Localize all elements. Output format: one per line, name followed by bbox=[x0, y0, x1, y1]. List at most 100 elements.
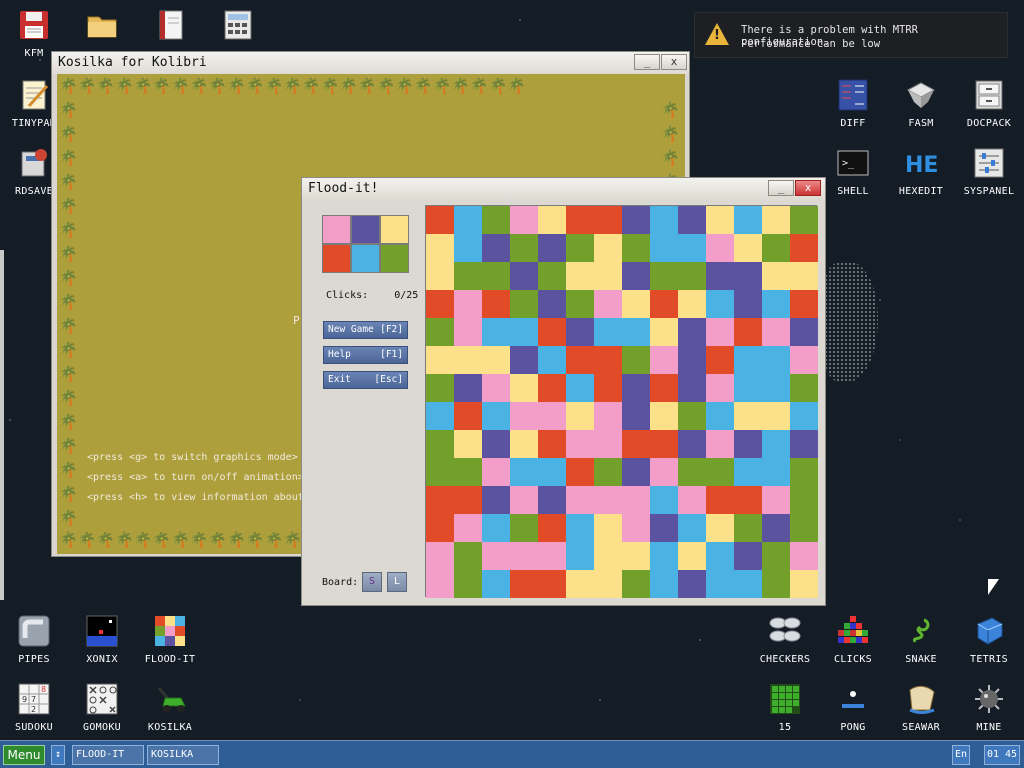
desktop-icon-pipes[interactable]: PIPES bbox=[0, 614, 68, 665]
help-button[interactable]: Help [F1] bbox=[323, 346, 408, 364]
grid-cell bbox=[566, 486, 594, 514]
seawar-icon bbox=[904, 682, 938, 716]
grid-cell bbox=[454, 318, 482, 346]
grid-cell bbox=[734, 458, 762, 486]
desktop-icon-flood-it[interactable]: FLOOD-IT bbox=[136, 614, 204, 665]
desktop-icon-hexedit[interactable]: HE HEXEDIT bbox=[887, 146, 955, 197]
exit-button[interactable]: Exit [Esc] bbox=[323, 371, 408, 389]
grid-cell bbox=[734, 374, 762, 402]
grid-cell bbox=[538, 346, 566, 374]
desktop-icon-checkers[interactable]: CHECKERS bbox=[751, 614, 819, 665]
desktop-icon-pong[interactable]: PONG bbox=[819, 682, 887, 733]
grid-cell bbox=[762, 290, 790, 318]
desktop-icon-syspanel[interactable]: SYSPANEL bbox=[955, 146, 1023, 197]
grid-cell bbox=[426, 542, 454, 570]
desktop-icon-diff[interactable]: DIFF bbox=[819, 78, 887, 129]
notification-popup[interactable]: ! There is a problem with MTRR configura… bbox=[694, 12, 1008, 58]
grid-cell bbox=[790, 290, 818, 318]
desktop-icon-shell[interactable]: >_ SHELL bbox=[819, 146, 887, 197]
grid-cell bbox=[678, 374, 706, 402]
grid-cell bbox=[622, 346, 650, 374]
grid-cell bbox=[650, 514, 678, 542]
grid-cell bbox=[734, 206, 762, 234]
flood-grid[interactable] bbox=[425, 205, 818, 598]
clock[interactable]: 01 45 bbox=[984, 745, 1020, 765]
board-small-button[interactable]: S bbox=[362, 572, 382, 592]
grid-cell bbox=[650, 234, 678, 262]
grid-cell bbox=[426, 290, 454, 318]
grid-cell bbox=[454, 234, 482, 262]
desktop-icon-xonix[interactable]: XONIX bbox=[68, 614, 136, 665]
desktop-icon-calculator[interactable] bbox=[204, 8, 272, 48]
grid-cell bbox=[622, 458, 650, 486]
grid-cell bbox=[650, 486, 678, 514]
grid-cell bbox=[510, 570, 538, 598]
grid-cell bbox=[734, 570, 762, 598]
menu-button[interactable]: Menu bbox=[3, 745, 45, 765]
desktop-icon-seawar[interactable]: SEAWAR bbox=[887, 682, 955, 733]
grid-cell bbox=[706, 402, 734, 430]
flood-it-titlebar[interactable]: Flood-it! _ x bbox=[302, 178, 825, 200]
grid-cell bbox=[790, 570, 818, 598]
grid-cell bbox=[594, 374, 622, 402]
grid-cell bbox=[594, 234, 622, 262]
grid-cell bbox=[510, 486, 538, 514]
desktop-icon-tetris[interactable]: TETRIS bbox=[955, 614, 1023, 665]
board-size-label: Board: bbox=[322, 577, 359, 588]
grid-cell bbox=[426, 262, 454, 290]
kosilka-titlebar[interactable]: Kosilka for Kolibri _ x bbox=[52, 52, 689, 74]
desktop-icon-docpack[interactable]: DOCPACK bbox=[955, 78, 1023, 129]
grid-cell bbox=[762, 542, 790, 570]
desktop-icon-fasm[interactable]: FASM bbox=[887, 78, 955, 129]
board-large-button[interactable]: L bbox=[387, 572, 407, 592]
desktop-icon-mine[interactable]: MINE bbox=[955, 682, 1023, 733]
desktop-icon-label: SYSPANEL bbox=[963, 186, 1015, 197]
desktop-icon-label: CLICKS bbox=[834, 654, 872, 665]
kosilka-minimize-button[interactable]: _ bbox=[634, 54, 660, 70]
desktop-icon-clicks[interactable]: CLICKS bbox=[819, 614, 887, 665]
color-swatch-1[interactable] bbox=[351, 215, 380, 244]
new-game-button[interactable]: New Game [F2] bbox=[323, 321, 408, 339]
grid-cell bbox=[510, 402, 538, 430]
color-swatch-5[interactable] bbox=[380, 244, 409, 273]
kosilka-close-button[interactable]: x bbox=[661, 54, 687, 70]
grid-cell bbox=[762, 570, 790, 598]
desktop-icon-snake[interactable]: SNAKE bbox=[887, 614, 955, 665]
clicks-value: 0/25 bbox=[394, 290, 419, 301]
notification-line-2: Performance can be low bbox=[741, 38, 881, 50]
language-indicator[interactable]: En bbox=[952, 745, 970, 765]
grid-cell bbox=[482, 514, 510, 542]
grid-cell bbox=[790, 402, 818, 430]
color-swatch-2[interactable] bbox=[380, 215, 409, 244]
flood-it-window[interactable]: Flood-it! _ x Clicks: 0/25 New Game [F2]… bbox=[301, 177, 826, 606]
grid-cell bbox=[622, 374, 650, 402]
color-swatch-3[interactable] bbox=[322, 244, 351, 273]
flood-it-body: Clicks: 0/25 New Game [F2] Help [F1] Exi… bbox=[302, 200, 825, 605]
desktop-icon-label: FASM bbox=[908, 118, 934, 129]
task-kosilka[interactable]: KOSILKA bbox=[147, 745, 219, 765]
gomoku-icon bbox=[85, 682, 119, 716]
desktop-icon-kosilka[interactable]: KOSILKA bbox=[136, 682, 204, 733]
desktop-icon-folder[interactable] bbox=[68, 8, 136, 48]
svg-text:HE: HE bbox=[905, 153, 938, 178]
desktop-icon-label: DOCPACK bbox=[966, 118, 1012, 129]
desktop-icon-notebook[interactable] bbox=[136, 8, 204, 48]
grid-cell bbox=[538, 206, 566, 234]
desktop-icon-sudoku[interactable]: 978 2 SUDOKU bbox=[0, 682, 68, 733]
grid-cell bbox=[426, 374, 454, 402]
grid-cell bbox=[706, 206, 734, 234]
grid-cell bbox=[482, 262, 510, 290]
checkers-icon bbox=[768, 614, 802, 648]
flood-it-minimize-button[interactable]: _ bbox=[768, 180, 794, 196]
switch-windows-icon[interactable]: ↕ bbox=[51, 745, 65, 765]
color-swatch-4[interactable] bbox=[351, 244, 380, 273]
grid-cell bbox=[706, 374, 734, 402]
color-swatch-0[interactable] bbox=[322, 215, 351, 244]
task-flood-it[interactable]: FLOOD-IT bbox=[72, 745, 144, 765]
grid-cell bbox=[538, 402, 566, 430]
grid-cell bbox=[482, 402, 510, 430]
flood-it-close-button[interactable]: x bbox=[795, 180, 821, 196]
desktop-icon-gomoku[interactable]: GOMOKU bbox=[68, 682, 136, 733]
desktop-icon-15[interactable]: 15 bbox=[751, 682, 819, 733]
grid-cell bbox=[790, 458, 818, 486]
